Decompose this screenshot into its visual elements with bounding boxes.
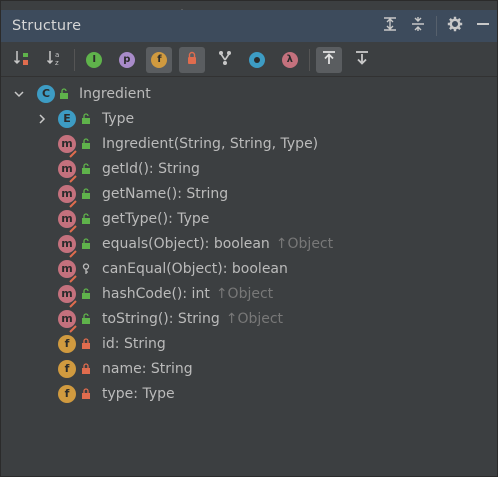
enum-icon: E	[58, 109, 76, 128]
structure-window: Structure a z I p f λ C Ingredient E Typ…	[0, 0, 498, 477]
node-label: name: String	[102, 360, 193, 377]
node-label: canEqual(Object): boolean	[102, 260, 288, 277]
protected-access-icon	[81, 262, 91, 275]
show-anonymous-button[interactable]	[244, 47, 270, 73]
tree-node-method[interactable]: m equals(Object): boolean ↑Object	[1, 231, 497, 258]
node-label: type: Type	[102, 385, 175, 402]
tree-node-method[interactable]: m getId(): String	[1, 156, 497, 183]
tree-node-method[interactable]: m getType(): Type	[1, 206, 497, 233]
minimize-icon	[475, 16, 491, 36]
field-icon: f	[58, 334, 76, 353]
inherited-from-label: ↑Object	[275, 235, 334, 252]
public-access-icon	[81, 187, 91, 200]
structure-toolbar: az I p f λ	[1, 43, 497, 77]
node-label: toString(): String	[102, 310, 220, 327]
implementation-mark-icon	[69, 146, 77, 158]
node-label: equals(Object): boolean	[102, 235, 270, 252]
inherited-from-label: ↑Object	[225, 310, 284, 327]
implementation-mark-icon	[69, 296, 77, 308]
drag-handle-icon[interactable]	[177, 3, 187, 15]
show-lambda-button[interactable]: λ	[277, 47, 303, 73]
class-icon: C	[37, 84, 55, 103]
show-fields-icon: f	[151, 51, 168, 68]
expand-all-icon	[382, 16, 398, 36]
node-label: Ingredient(String, String, Type)	[102, 135, 319, 152]
inherited-from-label: ↑Object	[215, 285, 274, 302]
private-access-icon	[81, 387, 91, 400]
settings-button[interactable]	[441, 12, 469, 40]
node-label: Type	[102, 110, 135, 127]
tree-node-method[interactable]: m toString(): String ↑Object	[1, 306, 497, 333]
autoscroll-from-source-icon	[354, 50, 370, 70]
implementation-mark-icon	[69, 196, 77, 208]
node-label: getName(): String	[102, 185, 229, 202]
tree-node-method[interactable]: m Ingredient(String, String, Type)	[1, 131, 497, 158]
node-label: id: String	[102, 335, 166, 352]
show-non-public-button[interactable]	[178, 46, 205, 73]
structure-tree: C Ingredient E Type m Ingredient(String,…	[1, 81, 497, 406]
node-label: getId(): String	[102, 160, 200, 177]
field-icon: f	[58, 359, 76, 378]
separator	[309, 48, 311, 71]
public-access-icon	[81, 137, 91, 150]
tree-node-method[interactable]: m getName(): String	[1, 181, 497, 208]
tree-root-node[interactable]: C Ingredient	[1, 81, 497, 106]
show-inherited-button[interactable]: I	[81, 47, 107, 73]
private-access-icon	[81, 362, 91, 375]
tool-window-header: Structure	[1, 10, 497, 42]
fork-icon	[217, 50, 233, 70]
private-access-icon	[81, 337, 91, 350]
show-properties-button[interactable]: p	[114, 47, 140, 73]
tree-node-type[interactable]: E Type	[1, 106, 497, 131]
svg-text:a: a	[55, 51, 59, 59]
tree-node-method[interactable]: m hashCode(): int ↑Object	[1, 281, 497, 308]
tree-node-field[interactable]: f id: String	[1, 331, 497, 356]
sort-by-visibility-button[interactable]	[9, 47, 35, 73]
collapse-all-button[interactable]	[404, 12, 432, 40]
node-label: Ingredient	[79, 85, 151, 102]
svg-text:z: z	[55, 59, 59, 67]
public-access-icon	[81, 162, 91, 175]
hide-button[interactable]	[469, 12, 497, 40]
show-lambdas-button[interactable]	[212, 47, 238, 73]
lambda-icon: λ	[281, 51, 298, 68]
anonymous-class-icon	[249, 51, 266, 68]
sort-by-visibility-icon	[13, 49, 31, 71]
public-access-icon	[81, 112, 91, 125]
autoscroll-to-source-icon	[321, 50, 337, 70]
autoscroll-from-source-button[interactable]	[349, 47, 375, 73]
collapse-all-icon	[410, 16, 426, 36]
node-label: hashCode(): int	[102, 285, 210, 302]
implementation-mark-icon	[69, 171, 77, 183]
tree-node-field[interactable]: f type: Type	[1, 381, 497, 406]
tree-node-method[interactable]: m canEqual(Object): boolean	[1, 256, 497, 283]
implementation-mark-icon	[69, 246, 77, 258]
panel-title: Structure	[12, 18, 82, 34]
implementation-mark-icon	[69, 321, 77, 333]
chevron-right-icon[interactable]	[36, 113, 48, 125]
autoscroll-to-source-button[interactable]	[316, 46, 343, 73]
sort-alphabetically-icon: az	[46, 49, 64, 71]
expand-all-button[interactable]	[376, 12, 404, 40]
implementation-mark-icon	[69, 221, 77, 233]
implementation-mark-icon	[69, 271, 77, 283]
lock-icon	[185, 51, 199, 69]
gear-icon	[447, 16, 463, 36]
sort-alphabetically-button[interactable]: az	[42, 47, 68, 73]
show-inherited-icon: I	[86, 51, 103, 68]
chevron-down-icon[interactable]	[13, 88, 25, 100]
separator	[74, 48, 76, 71]
public-access-icon	[81, 237, 91, 250]
node-label: getType(): Type	[102, 210, 210, 227]
public-access-icon	[81, 287, 91, 300]
tree-node-field[interactable]: f name: String	[1, 356, 497, 381]
public-access-icon	[81, 312, 91, 325]
show-properties-icon: p	[118, 51, 135, 68]
field-icon: f	[58, 384, 76, 403]
public-access-icon	[81, 212, 91, 225]
separator	[436, 16, 437, 36]
public-access-icon	[59, 87, 69, 100]
show-fields-button[interactable]: f	[146, 46, 173, 73]
